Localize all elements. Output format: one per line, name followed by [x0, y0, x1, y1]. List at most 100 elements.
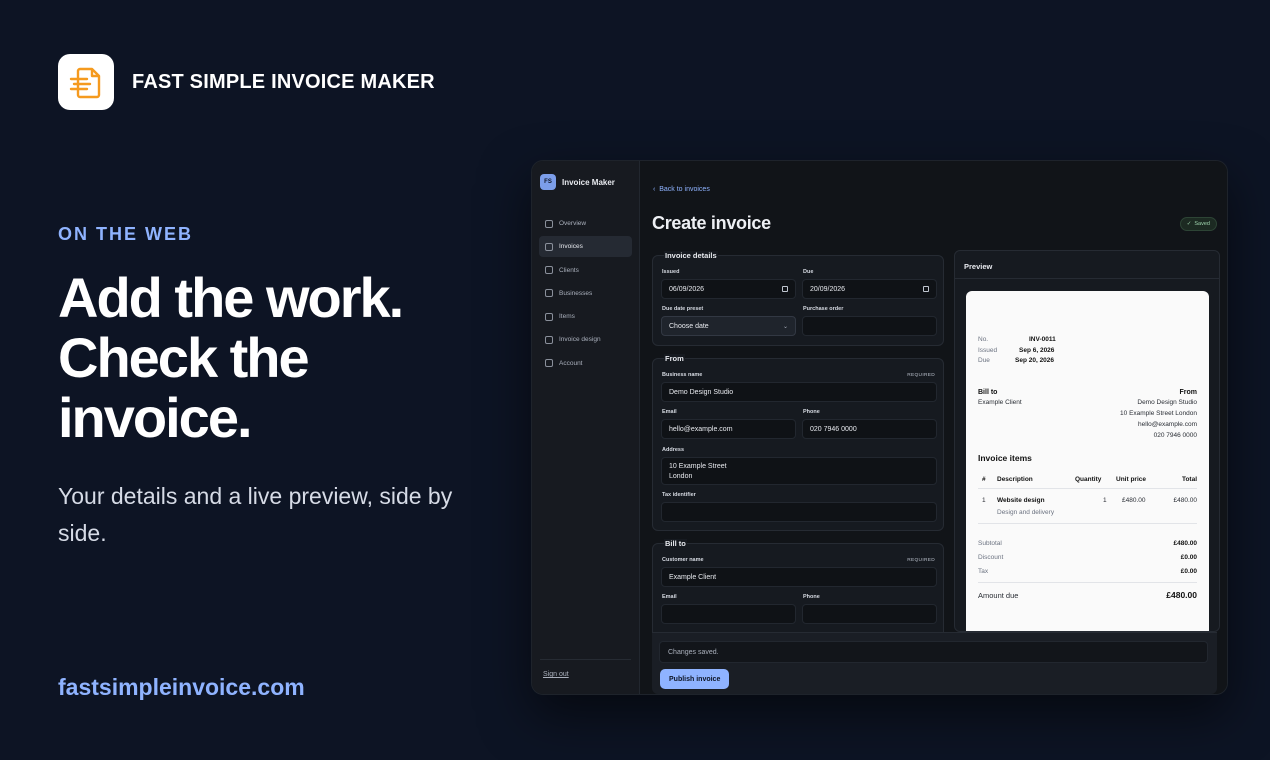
sign-out-link[interactable]: Sign out	[543, 671, 569, 678]
brand: FAST SIMPLE INVOICE MAKER	[58, 54, 435, 110]
publish-invoice-button[interactable]: Publish invoice	[660, 669, 730, 689]
preview-panel: Preview No. INV-0011 Issued Sep 6, 2026 …	[954, 250, 1220, 632]
headline-line: Add the work.	[58, 266, 404, 329]
invoice-number-label: No.	[978, 336, 989, 343]
due-date-input[interactable]: 20/09/2026	[802, 279, 937, 299]
issued-date-input[interactable]: 06/09/2026	[661, 279, 796, 299]
po-label: Purchase order	[803, 306, 844, 312]
users-icon	[545, 266, 553, 275]
subtotal-value: £480.00	[1173, 540, 1198, 547]
tax-id-input[interactable]	[661, 502, 937, 522]
col-header: #	[982, 476, 986, 483]
business-name-input[interactable]: Demo Design Studio	[661, 382, 937, 402]
calendar-icon[interactable]	[923, 286, 929, 292]
required-tag: REQUIRED	[907, 558, 935, 563]
invoice-items-heading: Invoice items	[978, 453, 1032, 463]
sidebar-item-invoices[interactable]: Invoices	[539, 236, 632, 258]
email-field[interactable]: hello@example.com	[661, 419, 796, 439]
row-unit-price: £480.00	[1122, 497, 1146, 504]
email-value: hello@example.com	[669, 425, 733, 433]
address-textarea[interactable]: 10 Example Street London	[661, 457, 937, 485]
email-label: Email	[662, 409, 677, 415]
card-title: Invoice details	[664, 251, 718, 260]
preview-title: Preview	[955, 251, 1219, 279]
sidebar-item-items[interactable]: Items	[539, 306, 632, 327]
page-title: Create invoice	[652, 213, 771, 233]
phone-field[interactable]: 020 7946 0000	[802, 419, 937, 439]
action-footer: Changes saved. Publish invoice	[652, 632, 1217, 694]
briefcase-icon	[545, 289, 553, 298]
grid-icon	[545, 219, 553, 228]
address-label: Address	[662, 447, 685, 453]
customer-name-input[interactable]: Example Client	[661, 567, 937, 587]
address-line: 10 Example Street	[669, 463, 727, 470]
headline-line: Check the	[58, 326, 310, 389]
amount-due-value: £480.00	[1166, 590, 1197, 600]
sidebar-item-account[interactable]: Account	[539, 353, 632, 374]
col-header: Unit price	[1116, 476, 1146, 483]
headline-line: invoice.	[58, 386, 253, 449]
col-header: Description	[997, 476, 1033, 483]
row-subdescription: Design and delivery	[997, 509, 1055, 516]
client-phone-field[interactable]	[802, 604, 937, 624]
sidebar-item-label: Businesses	[559, 289, 593, 297]
invoice-number: INV-0011	[1029, 336, 1056, 343]
from-line: 10 Example Street London	[1120, 410, 1197, 417]
purchase-order-input[interactable]	[802, 316, 937, 336]
saved-badge: ✓ Saved	[1179, 217, 1217, 231]
from-heading: From	[1179, 389, 1198, 396]
divider	[978, 523, 1197, 524]
palette-icon	[545, 335, 553, 344]
bill-to-heading: Bill to	[978, 389, 998, 396]
sidebar-item-label: Items	[559, 313, 575, 321]
amount-due-label: Amount due	[978, 591, 1019, 600]
phone-value: 020 7946 0000	[810, 425, 857, 433]
invoice-logo-icon	[58, 54, 114, 110]
address-line: London	[669, 472, 693, 480]
invoice-preview-paper: No. INV-0011 Issued Sep 6, 2026 Due Sep …	[966, 291, 1209, 631]
issued-label: Issued	[662, 269, 680, 275]
due-label: Due	[978, 357, 990, 364]
from-line: hello@example.com	[1138, 421, 1197, 428]
card-title: Bill to	[664, 539, 687, 548]
due-value: 20/09/2026	[810, 285, 846, 293]
subtotal-label: Subtotal	[978, 540, 1002, 547]
discount-label: Discount	[978, 554, 1004, 561]
sidebar-item-overview[interactable]: Overview	[539, 213, 632, 234]
sidebar-item-label: Account	[559, 359, 583, 367]
preset-value: Choose date	[669, 322, 709, 330]
from-line: 020 7946 0000	[1153, 432, 1197, 439]
status-message: Changes saved.	[659, 641, 1208, 663]
tax-value: £0.00	[1180, 568, 1197, 575]
document-icon	[545, 242, 553, 251]
box-icon	[545, 312, 553, 321]
preset-label: Due date preset	[662, 306, 704, 312]
user-icon	[545, 359, 553, 368]
back-link-label: Back to invoices	[659, 186, 710, 193]
saved-label: Saved	[1194, 221, 1210, 227]
back-link[interactable]: ‹ Back to invoices	[653, 186, 710, 193]
sidebar-item-clients[interactable]: Clients	[539, 260, 632, 281]
due-label: Due	[803, 269, 814, 275]
card-title: From	[664, 354, 685, 363]
due-date-preset-select[interactable]: Choose date ⌄	[661, 316, 796, 336]
client-email-field[interactable]	[661, 604, 796, 624]
check-icon: ✓	[1186, 221, 1192, 227]
phone-label: Phone	[803, 409, 820, 415]
website-link[interactable]: fastsimpleinvoice.com	[58, 674, 305, 701]
app-title: Invoice Maker	[562, 177, 615, 187]
eyebrow: ON THE WEB	[58, 224, 193, 244]
sidebar-item-label: Invoices	[559, 243, 583, 251]
from-line: Demo Design Studio	[1137, 399, 1197, 406]
divider	[978, 582, 1197, 583]
calendar-icon[interactable]	[782, 286, 788, 292]
sidebar-item-businesses[interactable]: Businesses	[539, 283, 632, 304]
sidebar: FS Invoice Maker Overview Invoices Clien…	[532, 161, 640, 694]
invoice-details-card: Invoice details Issued 06/09/2026 Due 20…	[652, 251, 944, 346]
sidebar-item-label: Overview	[559, 220, 587, 227]
sidebar-item-invoice-design[interactable]: Invoice design	[539, 329, 632, 350]
sidebar-nav: Overview Invoices Clients Businesses Ite…	[532, 213, 639, 374]
business-name-value: Demo Design Studio	[669, 388, 734, 396]
sidebar-divider	[540, 659, 631, 660]
issued-label: Issued	[978, 347, 998, 354]
